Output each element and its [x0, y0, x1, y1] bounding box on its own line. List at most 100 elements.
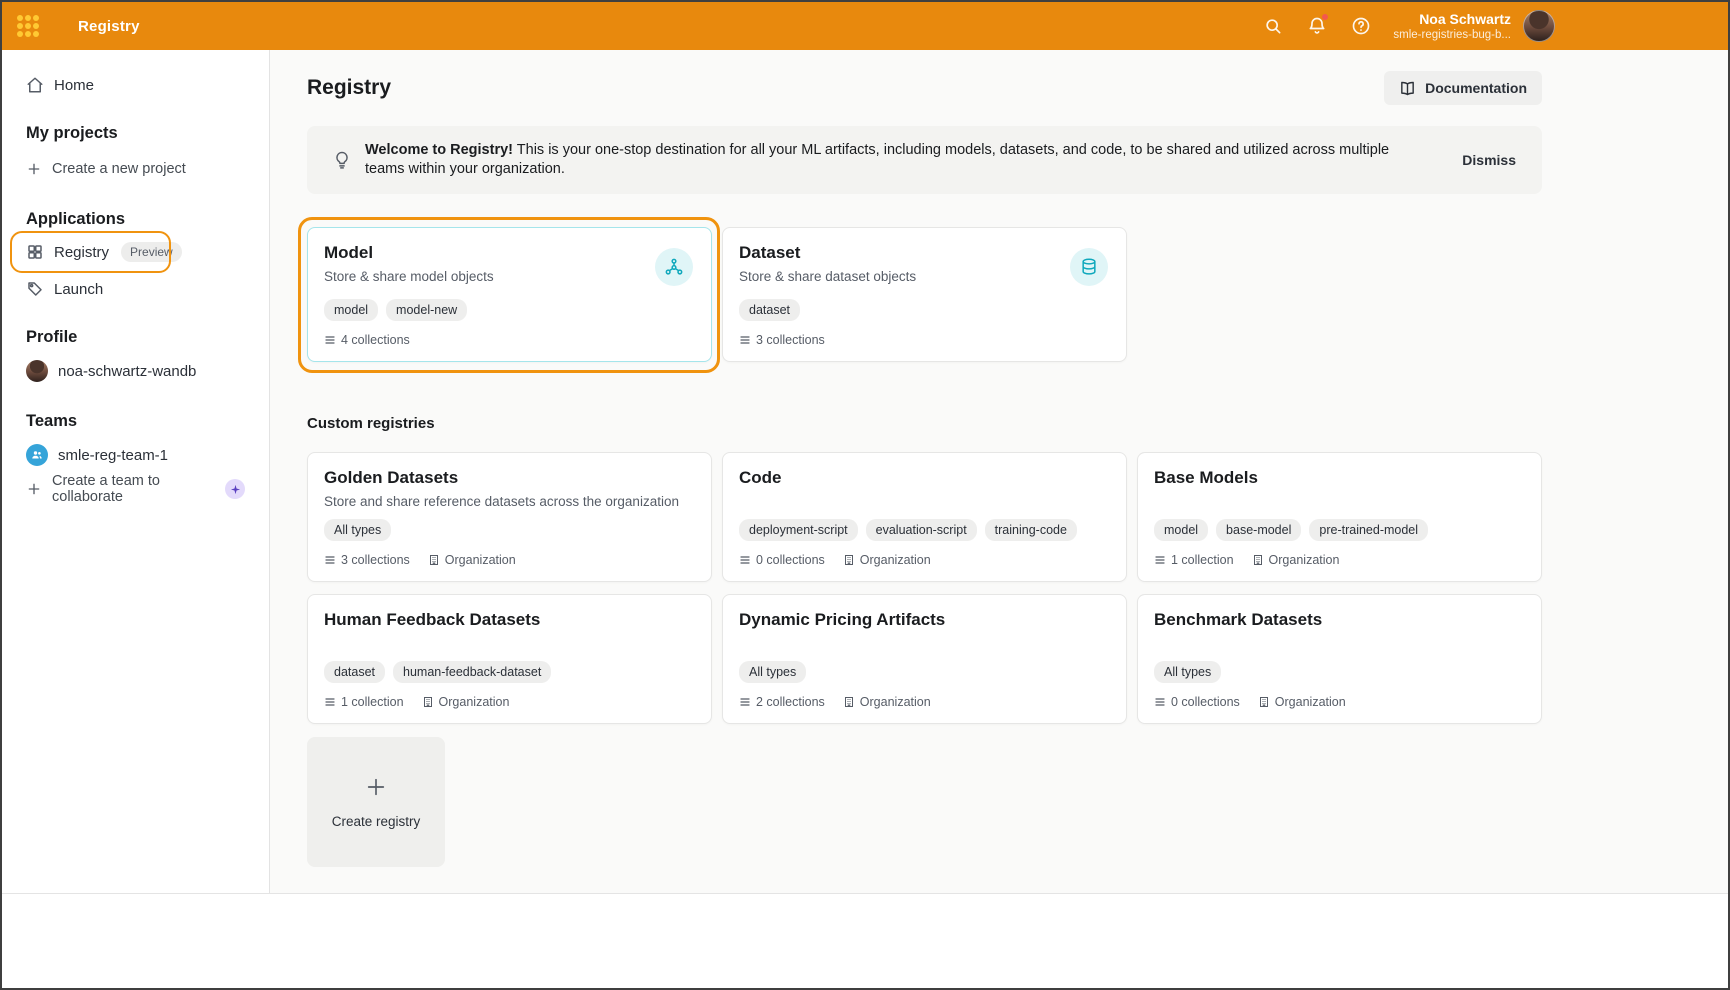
user-text: Noa Schwartz smle-registries-bug-b...: [1393, 11, 1511, 42]
tag: evaluation-script: [866, 519, 977, 541]
user-menu[interactable]: Noa Schwartz smle-registries-bug-b...: [1393, 10, 1555, 42]
sidebar-item-label: Launch: [54, 281, 103, 298]
sidebar-item-home[interactable]: Home: [2, 66, 269, 104]
visibility-scope: Organization: [843, 695, 931, 709]
search-icon[interactable]: [1259, 12, 1287, 40]
visibility-scope: Organization: [428, 553, 516, 567]
sidebar-header-profile: Profile: [2, 324, 269, 350]
sidebar-item-team[interactable]: smle-reg-team-1: [2, 440, 269, 470]
create-project-button[interactable]: Create a new project: [2, 152, 269, 186]
sidebar-item-profile[interactable]: noa-schwartz-wandb: [2, 356, 269, 386]
sidebar-item-label: Registry: [54, 244, 109, 261]
tag: model-new: [386, 299, 467, 321]
sidebar-header-teams: Teams: [2, 408, 269, 434]
registry-card-human-feedback-datasets[interactable]: Human Feedback Datasets dataset human-fe…: [307, 594, 712, 724]
card-description: Store & share model objects: [324, 268, 695, 286]
card-description: Store & share dataset objects: [739, 268, 1110, 286]
create-project-label: Create a new project: [52, 161, 186, 177]
organization-icon: [843, 696, 855, 708]
dismiss-button[interactable]: Dismiss: [1462, 152, 1516, 168]
welcome-banner: Welcome to Registry! This is your one-st…: [307, 126, 1542, 194]
user-org: smle-registries-bug-b...: [1393, 28, 1511, 42]
model-icon: [655, 248, 693, 286]
wandb-logo[interactable]: [16, 14, 40, 38]
card-description: Store and share reference datasets acros…: [324, 493, 695, 511]
collaborate-badge-icon: [225, 479, 245, 499]
collections-list-icon: [324, 334, 336, 346]
collections-list-icon: [739, 696, 751, 708]
card-tags: dataset human-feedback-dataset: [324, 661, 695, 683]
card-title: Human Feedback Datasets: [324, 609, 695, 631]
tag: dataset: [739, 299, 800, 321]
sidebar-item-label: Home: [54, 77, 94, 94]
registry-card-model[interactable]: Model Store & share model objects model …: [307, 227, 712, 362]
tag: pre-trained-model: [1309, 519, 1428, 541]
profile-username: noa-schwartz-wandb: [58, 363, 196, 380]
main-content: Registry Documentation Welcome to Regist…: [270, 50, 1728, 893]
collections-list-icon: [1154, 696, 1166, 708]
collections-list-icon: [1154, 554, 1166, 566]
core-registries: Model Store & share model objects model …: [307, 227, 1542, 362]
custom-registries-grid: Golden Datasets Store and share referenc…: [307, 452, 1542, 724]
visibility-scope: Organization: [422, 695, 510, 709]
help-icon[interactable]: [1347, 12, 1375, 40]
user-name: Noa Schwartz: [1393, 11, 1511, 28]
collections-list-icon: [739, 554, 751, 566]
topbar-app-title: Registry: [78, 18, 140, 35]
dataset-icon: [1070, 248, 1108, 286]
team-name: smle-reg-team-1: [58, 447, 168, 464]
tag: All types: [739, 661, 806, 683]
sidebar-header-my-projects: My projects: [2, 120, 269, 146]
team-people-icon: [26, 444, 48, 466]
registry-card-golden-datasets[interactable]: Golden Datasets Store and share referenc…: [307, 452, 712, 582]
launch-tag-icon: [26, 280, 44, 298]
documentation-label: Documentation: [1425, 80, 1527, 96]
card-tags: model model-new: [324, 299, 695, 321]
collections-list-icon: [324, 554, 336, 566]
collections-count: 4 collections: [324, 333, 410, 347]
card-title: Benchmark Datasets: [1154, 609, 1525, 631]
home-icon: [26, 76, 44, 94]
user-avatar[interactable]: [1523, 10, 1555, 42]
tag: All types: [324, 519, 391, 541]
card-title: Code: [739, 467, 1110, 489]
collections-list-icon: [324, 696, 336, 708]
tag: All types: [1154, 661, 1221, 683]
notification-dot: [1321, 13, 1329, 21]
card-title: Model: [324, 242, 695, 264]
registry-card-dataset[interactable]: Dataset Store & share dataset objects da…: [722, 227, 1127, 362]
registry-card-code[interactable]: Code deployment-script evaluation-script…: [722, 452, 1127, 582]
sidebar: Home My projects Create a new project Ap…: [2, 50, 270, 893]
app-window: Registry Noa Schwartz smle-registries-bu…: [0, 0, 1730, 990]
collections-count: 2 collections: [739, 695, 825, 709]
organization-icon: [843, 554, 855, 566]
organization-icon: [422, 696, 434, 708]
topbar: Registry Noa Schwartz smle-registries-bu…: [2, 2, 1728, 50]
create-registry-button[interactable]: Create registry: [307, 737, 445, 867]
create-team-label: Create a team to collaborate: [52, 473, 209, 505]
sidebar-item-launch[interactable]: Launch: [2, 272, 269, 306]
welcome-banner-title: Welcome to Registry!: [365, 142, 513, 158]
tag: deployment-script: [739, 519, 858, 541]
registry-card-benchmark-datasets[interactable]: Benchmark Datasets All types 0 collectio…: [1137, 594, 1542, 724]
organization-icon: [1258, 696, 1270, 708]
tag: human-feedback-dataset: [393, 661, 551, 683]
tag: base-model: [1216, 519, 1301, 541]
sidebar-item-registry[interactable]: Registry Preview: [2, 232, 269, 272]
card-tags: model base-model pre-trained-model: [1154, 519, 1525, 541]
notifications-bell-icon[interactable]: [1303, 12, 1331, 40]
registry-card-dynamic-pricing-artifacts[interactable]: Dynamic Pricing Artifacts All types 2 co…: [722, 594, 1127, 724]
welcome-banner-text: Welcome to Registry! This is your one-st…: [365, 141, 1462, 179]
tag: training-code: [985, 519, 1077, 541]
card-tags: dataset: [739, 299, 1110, 321]
registry-card-base-models[interactable]: Base Models model base-model pre-trained…: [1137, 452, 1542, 582]
visibility-scope: Organization: [1252, 553, 1340, 567]
card-title: Base Models: [1154, 467, 1525, 489]
documentation-button[interactable]: Documentation: [1384, 71, 1542, 105]
tag: dataset: [324, 661, 385, 683]
create-team-button[interactable]: Create a team to collaborate: [2, 474, 269, 504]
card-tags: All types: [739, 661, 1110, 683]
collections-list-icon: [739, 334, 751, 346]
plus-icon: [26, 161, 42, 177]
collections-count: 1 collection: [324, 695, 404, 709]
